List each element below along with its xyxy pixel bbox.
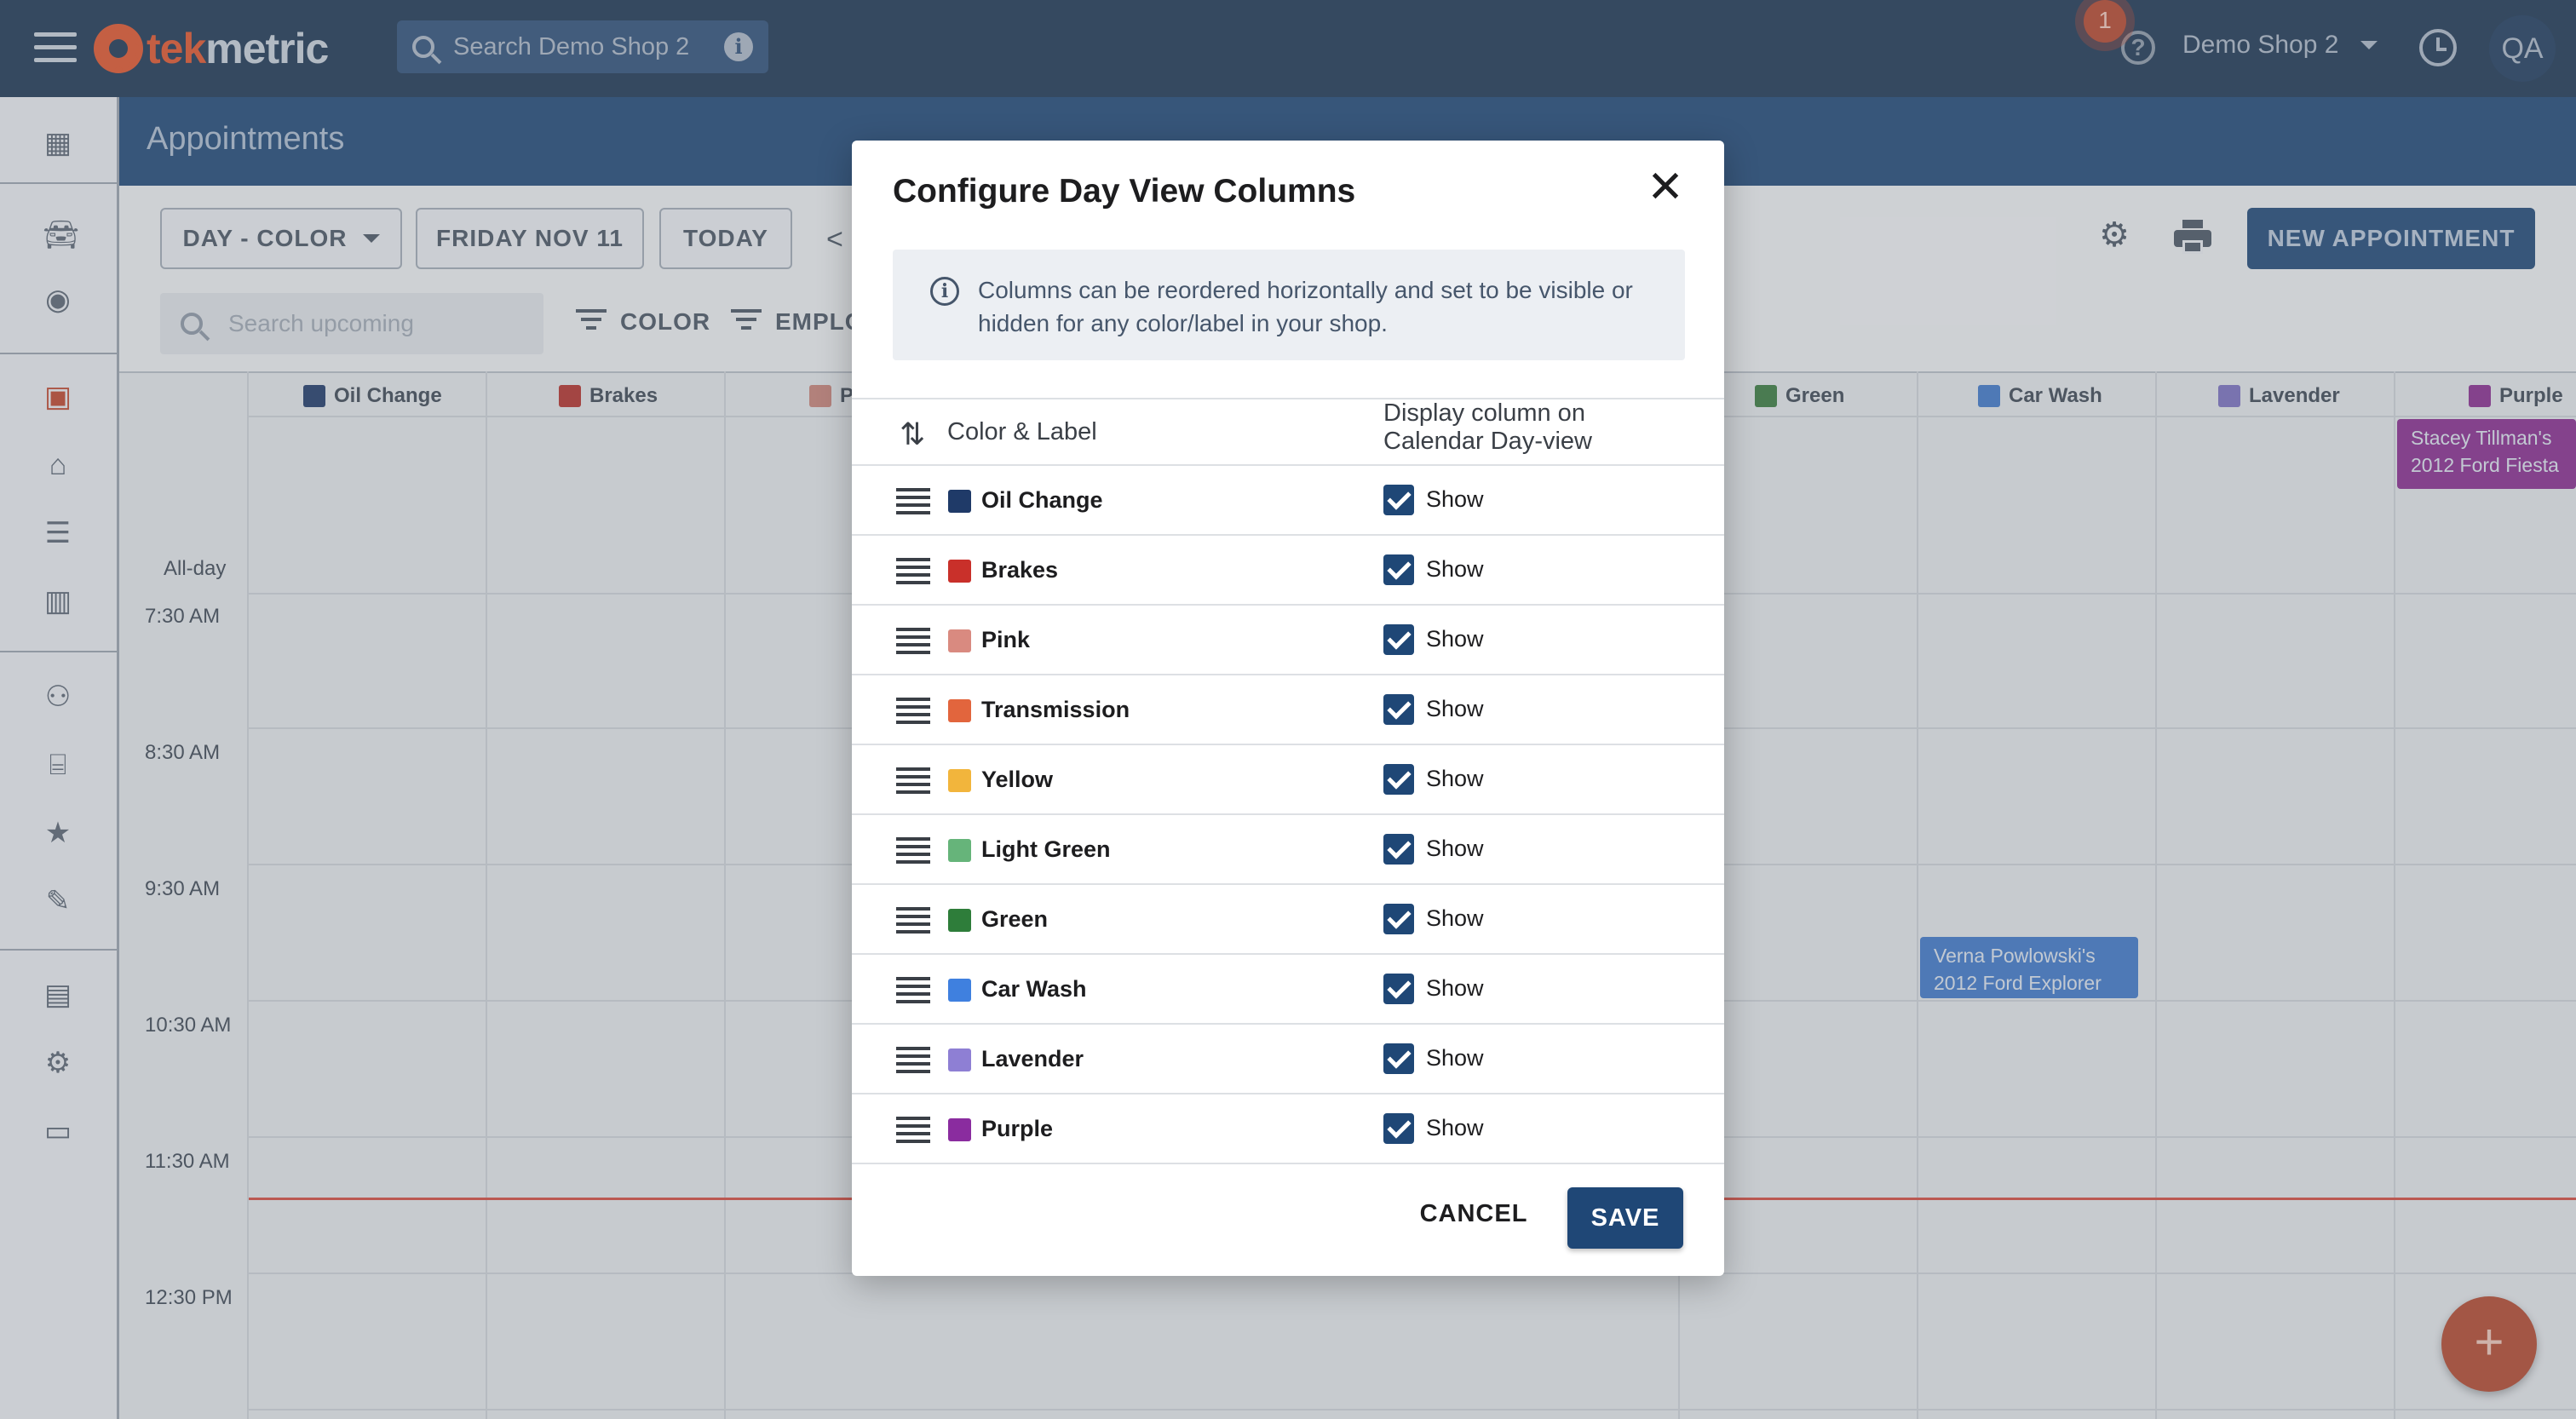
color-swatch [948,1048,971,1071]
color-swatch [948,839,971,862]
table-row: Transmission Show [852,675,1724,745]
row-label: Green [981,906,1049,932]
cancel-button[interactable]: CANCEL [1414,1188,1533,1239]
row-label: Transmission [981,697,1130,722]
color-swatch [948,629,971,652]
show-checkbox[interactable] [1383,624,1414,655]
drag-handle-icon[interactable] [896,698,930,728]
drag-handle-icon[interactable] [896,837,930,868]
drag-handle-icon[interactable] [896,767,930,798]
color-swatch [948,1118,971,1141]
save-button[interactable]: SAVE [1567,1187,1683,1249]
color-swatch [948,769,971,792]
show-checkbox[interactable] [1383,485,1414,515]
drag-handle-icon[interactable] [896,558,930,589]
row-label: Brakes [981,557,1059,583]
show-checkbox[interactable] [1383,974,1414,1004]
show-label: Show [1426,766,1484,791]
info-text: Columns can be reordered horizontally an… [978,277,1633,336]
show-checkbox[interactable] [1383,1043,1414,1074]
display-header-line-1: Display column on [1383,399,1585,427]
show-checkbox[interactable] [1383,554,1414,585]
color-swatch [948,490,971,513]
drag-handle-icon[interactable] [896,488,930,519]
show-checkbox[interactable] [1383,834,1414,865]
color-swatch [948,699,971,722]
table-header: ⇅ Color & Label Display column on Calend… [852,398,1724,466]
row-label: Oil Change [981,487,1103,513]
table-row: Pink Show [852,606,1724,675]
show-label: Show [1426,696,1484,721]
show-checkbox[interactable] [1383,904,1414,934]
table-row: Brakes Show [852,536,1724,606]
table-row: Yellow Show [852,745,1724,815]
sort-icon: ⇅ [900,417,926,451]
color-swatch [948,909,971,932]
column-header-display: Display column on Calendar Day-view [1383,399,1639,456]
show-label: Show [1426,626,1484,652]
color-swatch [948,560,971,583]
row-label: Yellow [981,767,1054,792]
drag-handle-icon[interactable] [896,1117,930,1147]
show-checkbox[interactable] [1383,694,1414,725]
table-row: Green Show [852,885,1724,955]
table-row: Purple Show [852,1094,1724,1164]
drag-handle-icon[interactable] [896,907,930,938]
configure-columns-dialog: Configure Day View Columns ✕ i Columns c… [852,141,1724,1276]
show-label: Show [1426,1115,1484,1140]
row-label: Purple [981,1116,1054,1141]
row-label: Pink [981,627,1031,652]
drag-handle-icon[interactable] [896,977,930,1008]
show-label: Show [1426,1045,1484,1071]
close-icon[interactable]: ✕ [1644,165,1687,210]
color-swatch [948,979,971,1002]
show-checkbox[interactable] [1383,764,1414,795]
show-label: Show [1426,975,1484,1001]
drag-handle-icon[interactable] [896,628,930,658]
show-label: Show [1426,905,1484,931]
drag-handle-icon[interactable] [896,1047,930,1077]
show-label: Show [1426,836,1484,861]
table-row: Lavender Show [852,1025,1724,1094]
display-header-line-2: Calendar Day-view [1383,428,1592,455]
table-row: Car Wash Show [852,955,1724,1025]
info-message: i Columns can be reordered horizontally … [893,250,1685,360]
show-label: Show [1426,556,1484,582]
column-header-color-label: Color & Label [947,418,1097,445]
row-label: Car Wash [981,976,1087,1002]
show-checkbox[interactable] [1383,1113,1414,1144]
info-icon: i [930,277,959,306]
dialog-title: Configure Day View Columns [893,173,1356,210]
table-row: Oil Change Show [852,466,1724,536]
table-row: Light Green Show [852,815,1724,885]
show-label: Show [1426,486,1484,512]
row-label: Light Green [981,836,1111,862]
row-label: Lavender [981,1046,1084,1071]
